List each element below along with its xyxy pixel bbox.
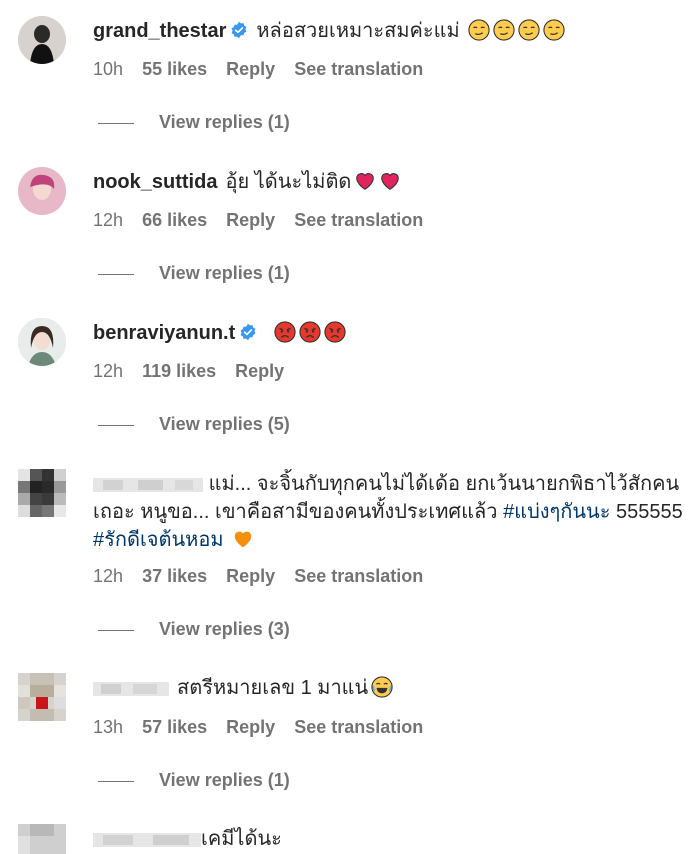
red-heart-icon — [354, 170, 376, 192]
avatar[interactable] — [18, 167, 66, 215]
comment-meta: 10h 55 likes Reply See translation — [93, 59, 437, 80]
view-replies-button[interactable]: View replies (3) — [98, 619, 290, 640]
comment-meta: 12h 119 likes Reply — [93, 361, 298, 382]
avatar[interactable] — [18, 469, 66, 517]
hashtag-link[interactable]: #รักดีเจต้นหอม — [93, 529, 224, 551]
view-replies-label: View replies (5) — [159, 414, 290, 434]
likes-count[interactable]: 66 likes — [142, 210, 207, 230]
comment-text: สตรีหมายเลข 1 มาแน่ — [177, 677, 369, 699]
comment-line: benraviyanun.t — [93, 319, 346, 347]
username[interactable]: grand_thestar — [93, 20, 226, 42]
timestamp: 12h — [93, 210, 124, 230]
red-heart-icon — [379, 170, 401, 192]
timestamp: 12h — [93, 566, 124, 586]
comment-line: nook_suttida อุ้ย ได้นะไม่ติด — [93, 168, 401, 196]
username[interactable]: benraviyanun.t — [93, 322, 235, 344]
view-replies-button[interactable]: View replies (1) — [98, 112, 290, 133]
smirk-face-icon — [543, 19, 565, 41]
orange-heart-icon — [232, 528, 254, 550]
divider — [98, 424, 134, 426]
timestamp: 10h — [93, 59, 124, 79]
comment-line: เคมีได้นะ — [93, 825, 282, 853]
avatar[interactable] — [18, 824, 66, 854]
angry-face-icon — [299, 321, 321, 343]
blurred-username[interactable] — [93, 678, 169, 700]
angry-face-icon — [274, 321, 296, 343]
tears-of-joy-face-icon — [371, 676, 393, 698]
likes-count[interactable]: 37 likes — [142, 566, 207, 586]
divider — [98, 780, 134, 782]
view-replies-label: View replies (1) — [159, 263, 290, 283]
comment-text: เถอะ หนูขอ... เขาคือสามีของคนทั้งประเทศแ… — [93, 501, 498, 523]
reply-button[interactable]: Reply — [226, 59, 275, 79]
comment-text: เคมีได้นะ — [201, 828, 282, 850]
view-replies-button[interactable]: View replies (1) — [98, 770, 290, 791]
comment-meta: 12h 37 likes Reply See translation — [93, 566, 437, 587]
reply-button[interactable]: Reply — [235, 361, 284, 381]
verified-badge-icon — [230, 21, 248, 39]
timestamp: 13h — [93, 717, 124, 737]
blurred-username[interactable] — [93, 474, 203, 496]
view-replies-button[interactable]: View replies (5) — [98, 414, 290, 435]
comment-line: สตรีหมายเลข 1 มาแน่ — [93, 674, 393, 702]
see-translation-link[interactable]: See translation — [294, 210, 423, 230]
smirk-face-icon — [493, 19, 515, 41]
see-translation-link[interactable]: See translation — [294, 717, 423, 737]
comment-text: แม่... จะจิ้นกับทุกคนไม่ได้เด้อ ยกเว้นนา… — [208, 473, 680, 495]
comment-text: อุ้ย ได้นะไม่ติด — [225, 171, 352, 193]
timestamp: 12h — [93, 361, 124, 381]
hashtag-link[interactable]: #แบ่งๆกันนะ — [503, 501, 610, 523]
username[interactable]: nook_suttida — [93, 171, 217, 193]
divider — [98, 122, 134, 124]
comment-text: หล่อสวยเหมาะสมค่ะแม่ — [256, 20, 460, 42]
reply-button[interactable]: Reply — [226, 566, 275, 586]
angry-face-icon — [324, 321, 346, 343]
view-replies-button[interactable]: View replies (1) — [98, 263, 290, 284]
comment-line: แม่... จะจิ้นกับทุกคนไม่ได้เด้อ ยกเว้นนา… — [93, 470, 683, 554]
divider — [98, 629, 134, 631]
smirk-face-icon — [518, 19, 540, 41]
comment-text: 555555 — [616, 501, 683, 523]
reply-button[interactable]: Reply — [226, 717, 275, 737]
divider — [98, 273, 134, 275]
avatar[interactable] — [18, 673, 66, 721]
reply-button[interactable]: Reply — [226, 210, 275, 230]
view-replies-label: View replies (1) — [159, 770, 290, 790]
likes-count[interactable]: 55 likes — [142, 59, 207, 79]
view-replies-label: View replies (3) — [159, 619, 290, 639]
blurred-username[interactable] — [93, 829, 201, 851]
comment-meta: 12h 66 likes Reply See translation — [93, 210, 437, 231]
verified-badge-icon — [239, 323, 257, 341]
likes-count[interactable]: 119 likes — [142, 361, 216, 381]
see-translation-link[interactable]: See translation — [294, 59, 423, 79]
likes-count[interactable]: 57 likes — [142, 717, 207, 737]
comment-meta: 13h 57 likes Reply See translation — [93, 717, 437, 738]
avatar[interactable] — [18, 318, 66, 366]
smirk-face-icon — [468, 19, 490, 41]
view-replies-label: View replies (1) — [159, 112, 290, 132]
avatar[interactable] — [18, 16, 66, 64]
comment-line: grand_thestar หล่อสวยเหมาะสมค่ะแม่ — [93, 17, 565, 45]
see-translation-link[interactable]: See translation — [294, 566, 423, 586]
